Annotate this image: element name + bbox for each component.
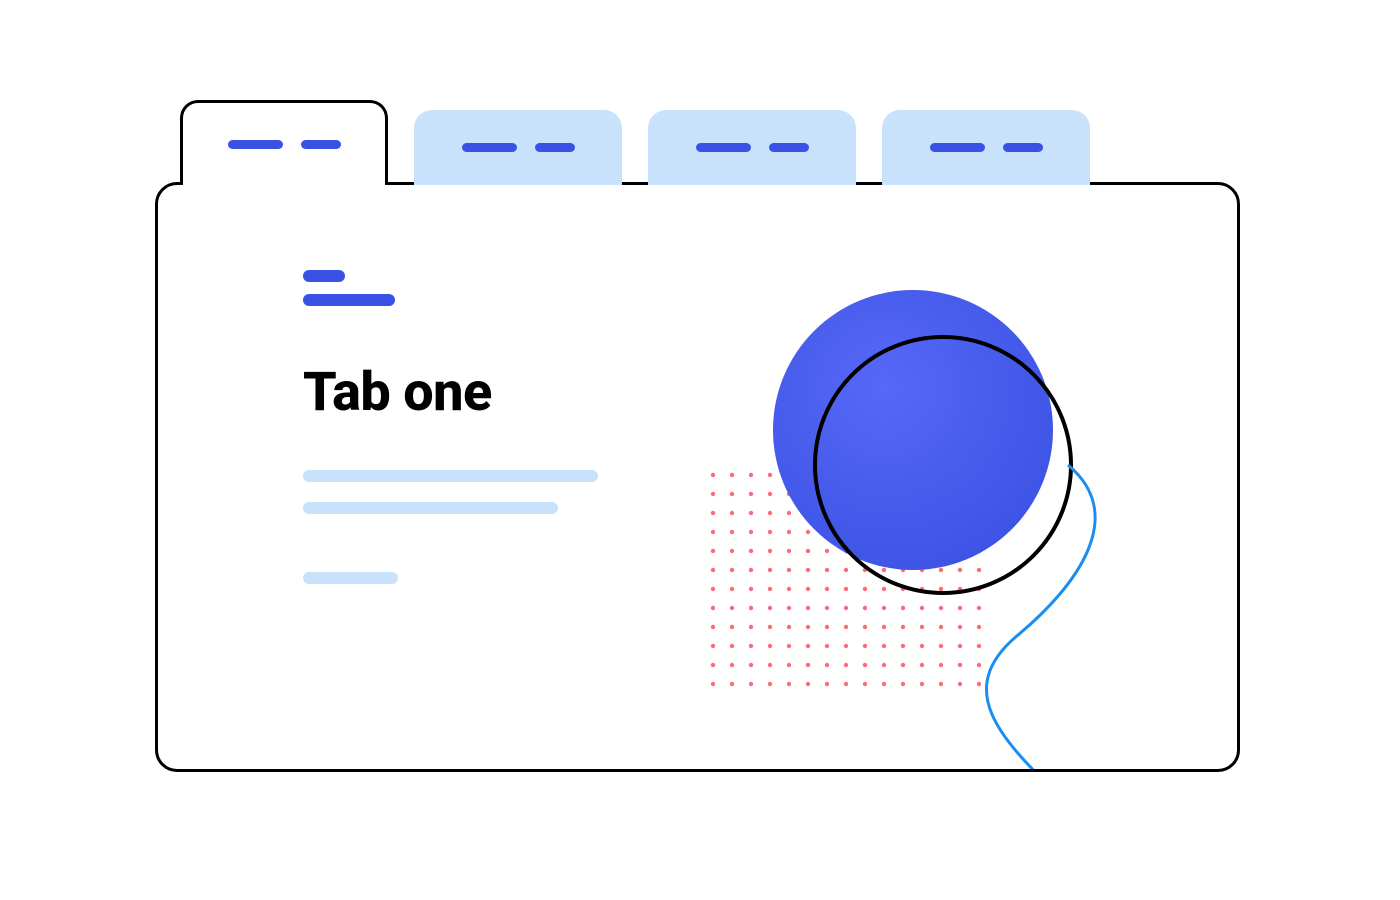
tab-indicator-icon — [696, 143, 751, 152]
eyebrow-placeholder — [303, 270, 723, 306]
tab-indicator-icon — [462, 143, 517, 152]
placeholder-bar-icon — [303, 270, 345, 282]
placeholder-bar-icon — [303, 294, 395, 306]
body-placeholder — [303, 470, 723, 584]
tab-indicator-icon — [301, 140, 341, 149]
tab-strip — [180, 100, 1090, 185]
decorative-art-icon — [638, 215, 1240, 772]
tab-indicator-icon — [769, 143, 809, 152]
tab-panel: Tab one — [155, 182, 1240, 772]
panel-content: Tab one — [303, 270, 723, 584]
placeholder-line-icon — [303, 572, 398, 584]
tab-indicator-icon — [1003, 143, 1043, 152]
tab-three[interactable] — [648, 110, 856, 185]
placeholder-line-icon — [303, 502, 558, 514]
tab-indicator-icon — [930, 143, 985, 152]
tab-two[interactable] — [414, 110, 622, 185]
tab-one[interactable] — [180, 100, 388, 185]
panel-heading: Tab one — [303, 361, 723, 424]
tab-indicator-icon — [228, 140, 283, 149]
tab-indicator-icon — [535, 143, 575, 152]
placeholder-line-icon — [303, 470, 598, 482]
tab-four[interactable] — [882, 110, 1090, 185]
